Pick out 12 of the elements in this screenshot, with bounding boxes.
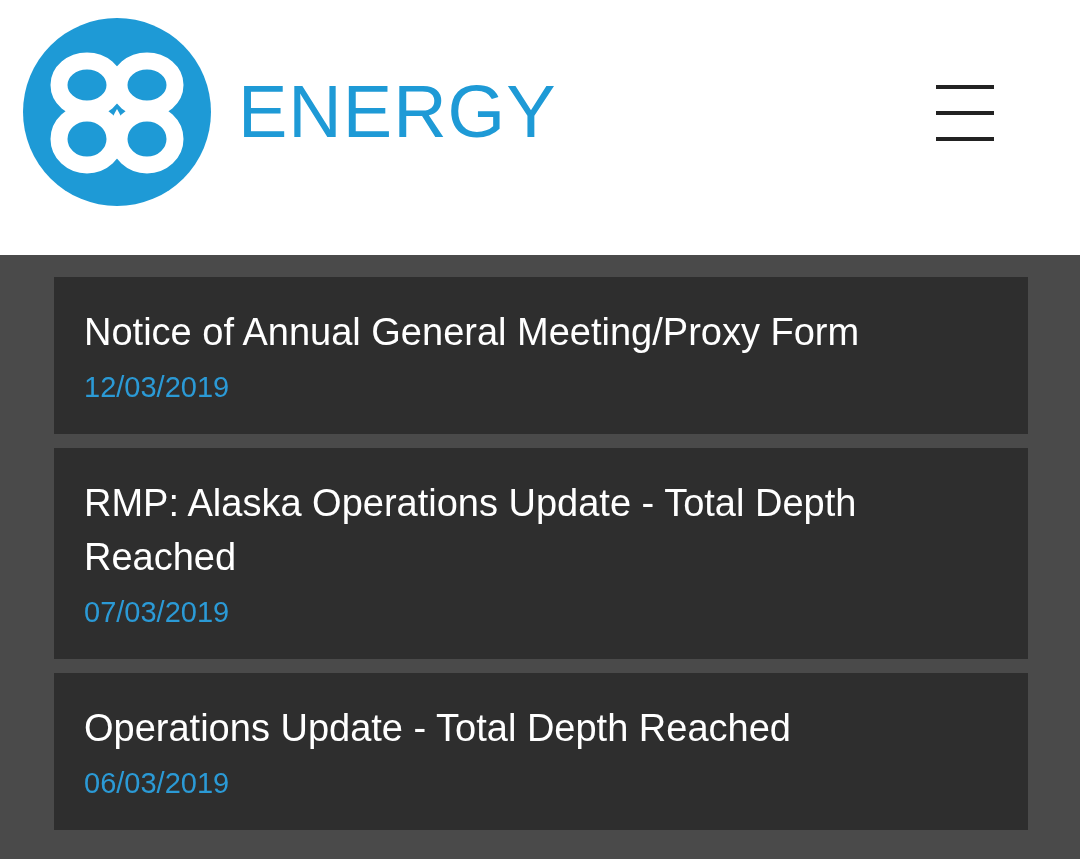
menu-icon[interactable] (936, 84, 994, 141)
brand-name: ENERGY (238, 69, 557, 154)
news-date: 12/03/2019 (84, 371, 231, 404)
news-title: Notice of Annual General Meeting/Proxy Form (84, 310, 861, 355)
news-date: 07/03/2019 (84, 596, 231, 629)
news-date: 06/03/2019 (84, 767, 231, 800)
news-card[interactable]: RMP: Alaska Operations Update - Total Depth Reached 07/03/2019 (54, 448, 1028, 659)
news-card[interactable]: Notice of Annual General Meeting/Proxy Form 12/03/2019 (54, 277, 1028, 434)
news-title: Operations Update - Total Depth Reached (84, 706, 792, 751)
news-card[interactable]: Operations Update - Total Depth Reached 06/03/2019 (54, 673, 1028, 830)
news-title: RMP: Alaska Operations Update - Total Depth Reached (84, 481, 858, 580)
logo-icon (22, 16, 212, 207)
